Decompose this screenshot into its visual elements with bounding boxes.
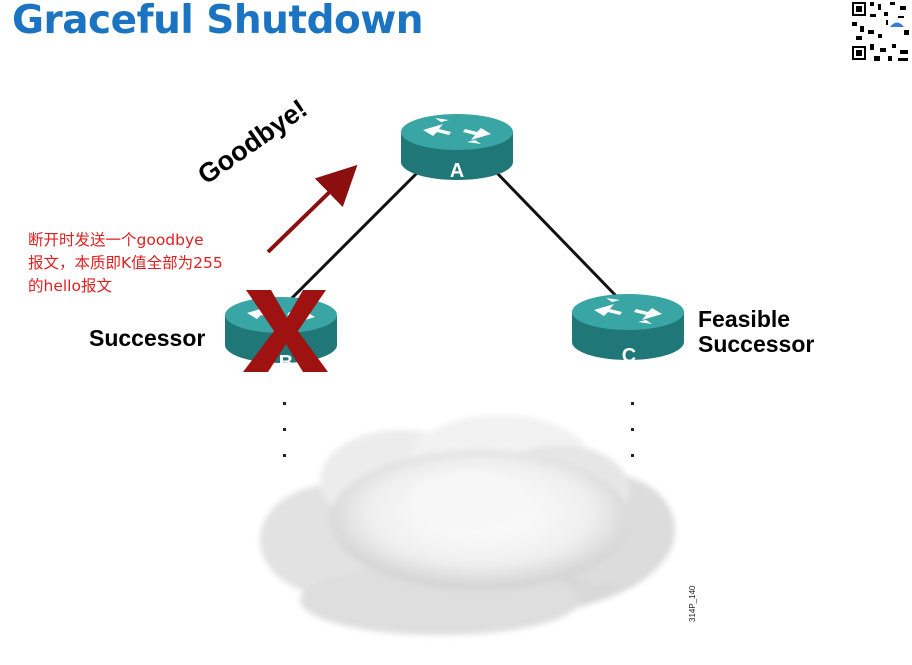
feasible-successor-label: Feasible Successor <box>698 307 814 357</box>
link-a-b <box>281 171 419 309</box>
dots-below-c <box>631 402 634 457</box>
feasible-line-1: Feasible <box>698 306 791 332</box>
link-a-c <box>495 171 622 302</box>
feasible-line-2: Successor <box>698 331 815 357</box>
note-line-2: 报文，本质即K值全部为255 <box>28 254 223 272</box>
router-b-label: B <box>279 352 293 374</box>
figure-code: 314P_140 <box>688 585 697 622</box>
successor-label: Successor <box>89 325 206 351</box>
dots-below-b <box>283 402 286 457</box>
note-line-3: 的hello报文 <box>28 277 112 295</box>
network-cloud <box>260 415 675 635</box>
goodbye-arrow <box>266 164 358 254</box>
note-line-1: 断开时发送一个goodbye <box>28 231 204 249</box>
annotation-note: 断开时发送一个goodbye 报文，本质即K值全部为255 的hello报文 <box>28 229 268 298</box>
router-a-label: A <box>450 160 464 182</box>
router-c-label: C <box>622 345 636 367</box>
